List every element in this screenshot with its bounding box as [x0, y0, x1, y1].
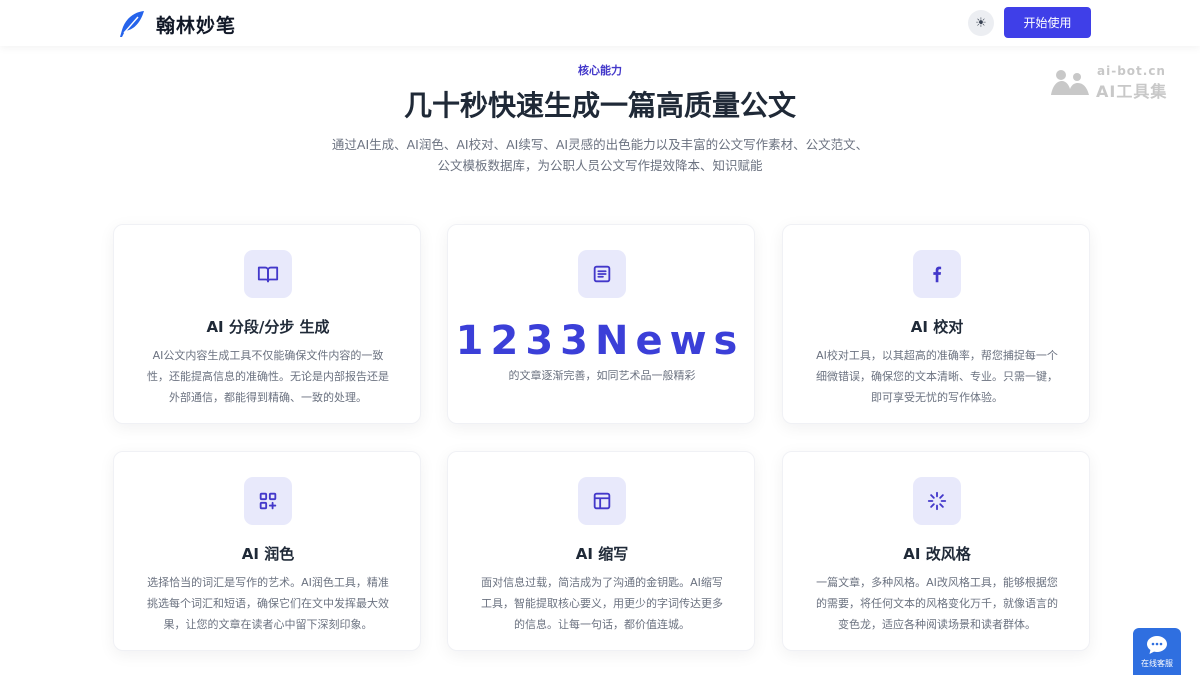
- brand-logo[interactable]: 翰林妙笔: [116, 8, 236, 40]
- feature-title: AI 润色: [241, 545, 295, 563]
- feature-title: AI 缩写: [575, 545, 629, 563]
- feature-icon-box: [913, 250, 961, 298]
- layout-panel-icon: [593, 492, 611, 510]
- feature-title: AI 分段/分步 生成: [206, 318, 330, 336]
- feature-description: AI公文内容生成工具不仅能确保文件内容的一致性，还能提高信息的准确性。无论是内部…: [147, 349, 389, 404]
- grid-plus-icon: [259, 492, 277, 510]
- brand-name: 翰林妙笔: [156, 14, 237, 37]
- overlay-watermark-text: 1233News: [456, 312, 737, 370]
- feature-card-polish[interactable]: AI 润色 选择恰当的词汇是写作的艺术。AI润色工具，精准挑选每个词汇和短语，确…: [113, 451, 421, 651]
- facebook-f-icon: [933, 266, 942, 283]
- feature-description: 一篇文章，多种风格。AI改风格工具，能够根据您的需要，将任何文本的风格变化万千，…: [816, 576, 1058, 631]
- theme-toggle-button[interactable]: ☀: [968, 10, 994, 36]
- hero-description-line: 通过AI生成、AI润色、AI校对、AI续写、AI灵感的出色能力以及丰富的公文写作…: [331, 137, 869, 152]
- page: 翰林妙笔 ☀ 开始使用 ai-bot.cn AI工具集 核心能力 几十秒快速生成…: [0, 0, 1200, 675]
- feature-card-abbreviate[interactable]: AI 缩写 面对信息过载，简洁成为了沟通的金钥匙。AI缩写工具，智能提取核心要义…: [447, 451, 755, 651]
- hero-title: 几十秒快速生成一篇高质量公文: [403, 89, 796, 122]
- section-eyebrow: 核心能力: [578, 64, 622, 77]
- loader-spinner-icon: [927, 491, 947, 511]
- sun-icon: ☀: [975, 15, 987, 31]
- feature-card-restyle[interactable]: AI 改风格 一篇文章，多种风格。AI改风格工具，能够根据您的需要，将任何文本的…: [782, 451, 1090, 651]
- feature-icon-box: [244, 477, 292, 525]
- document-lines-icon: [593, 265, 611, 283]
- feature-title: AI 校对: [910, 318, 964, 336]
- chat-bubble-icon: [1147, 635, 1167, 654]
- hero-description: 通过AI生成、AI润色、AI校对、AI续写、AI灵感的出色能力以及丰富的公文写作…: [320, 134, 880, 176]
- book-open-icon: [257, 266, 279, 283]
- start-using-button[interactable]: 开始使用: [1004, 7, 1091, 38]
- feature-description: AI校对工具，以其超高的准确率，帮您捕捉每一个细微错误，确保您的文本清晰、专业。…: [816, 349, 1058, 404]
- feature-description: 面对信息过载，简洁成为了沟通的金钥匙。AI缩写工具，智能提取核心要义，用更少的字…: [481, 576, 723, 631]
- top-navbar: 翰林妙笔 ☀ 开始使用: [0, 0, 1200, 46]
- online-support-widget[interactable]: 在线客服: [1133, 628, 1181, 675]
- feature-icon-box: [578, 250, 626, 298]
- hero-description-line: 公文模板数据库，为公职人员公文写作提效降本、知识赋能: [437, 158, 763, 173]
- feather-logo-icon: [120, 11, 144, 37]
- feature-card-segment-generation[interactable]: AI 分段/分步 生成 AI公文内容生成工具不仅能确保文件内容的一致性，还能提高…: [113, 224, 421, 424]
- feature-icon-box: [913, 477, 961, 525]
- feature-description: 选择恰当的词汇是写作的艺术。AI润色工具，精准挑选每个词汇和短语，确保它们在文中…: [147, 576, 389, 631]
- feature-card-proofread[interactable]: AI 校对 AI校对工具，以其超高的准确率，帮您捕捉每一个细微错误，确保您的文本…: [782, 224, 1090, 424]
- chat-label: 在线客服: [1141, 658, 1173, 668]
- feature-icon-box: [578, 477, 626, 525]
- feature-title: AI 改风格: [903, 545, 971, 563]
- feature-icon-box: [244, 250, 292, 298]
